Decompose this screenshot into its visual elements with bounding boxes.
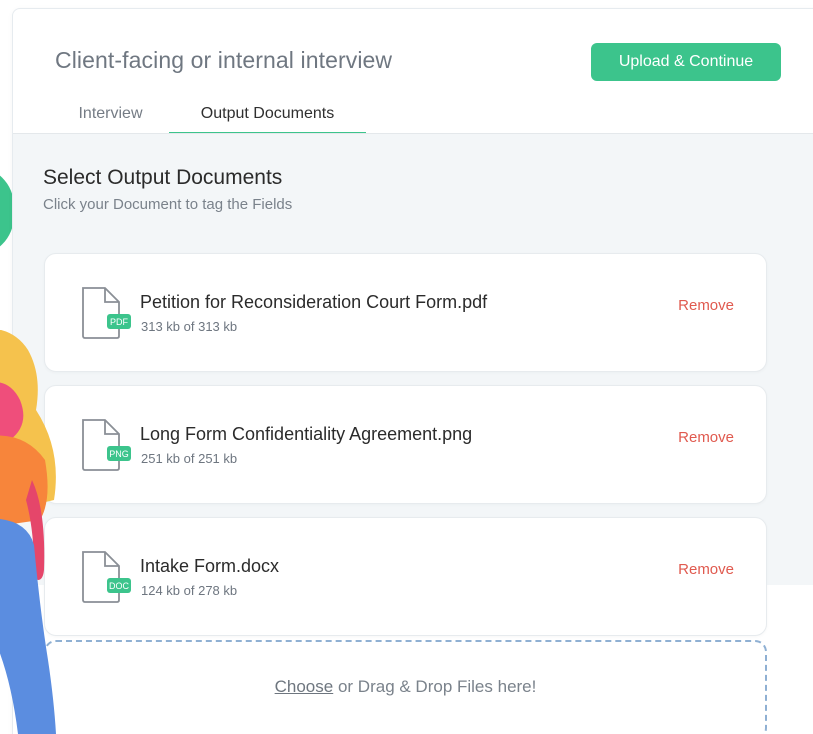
choose-file-link[interactable]: Choose [275, 677, 334, 696]
file-drop-zone[interactable]: Choose or Drag & Drop Files here! [44, 640, 767, 734]
file-name: Petition for Reconsideration Court Form.… [140, 292, 488, 312]
file-pdf-icon: PDF [82, 287, 131, 339]
file-size: 313 kb of 313 kb [141, 319, 238, 334]
remove-button[interactable]: Remove [678, 297, 734, 314]
section-title: Select Output Documents [43, 166, 283, 189]
remove-button[interactable]: Remove [678, 429, 734, 446]
tab-bar: Interview Output Documents [13, 95, 813, 135]
document-card[interactable]: DOC Intake Form.docx 124 kb of 278 kb Re… [44, 517, 767, 636]
page-title: Client-facing or internal interview [55, 47, 393, 73]
remove-button[interactable]: Remove [678, 561, 734, 578]
section-subtitle: Click your Document to tag the Fields [43, 196, 293, 213]
upload-continue-button[interactable]: Upload & Continue [591, 43, 781, 81]
tab-label: Interview [78, 105, 143, 122]
drop-zone-text: Choose or Drag & Drop Files here! [46, 677, 765, 697]
file-name: Intake Form.docx [140, 556, 280, 576]
document-card[interactable]: PDF Petition for Reconsideration Court F… [44, 253, 767, 372]
file-name: Long Form Confidentiality Agreement.png [140, 424, 473, 444]
file-png-icon: PNG [82, 419, 131, 471]
file-type-label: PDF [110, 317, 129, 327]
document-card[interactable]: PNG Long Form Confidentiality Agreement.… [44, 385, 767, 504]
drop-zone-hint: or Drag & Drop Files here! [333, 677, 537, 696]
app-stage: Client-facing or internal interview Uplo… [0, 0, 813, 734]
file-type-label: PNG [109, 449, 129, 459]
tab-label: Output Documents [200, 105, 335, 122]
file-size: 251 kb of 251 kb [141, 451, 238, 466]
tab-interview[interactable]: Interview [53, 95, 168, 133]
person-illustration [0, 330, 56, 734]
file-size: 124 kb of 278 kb [141, 583, 238, 598]
file-doc-icon: DOC [82, 551, 131, 603]
tab-output-documents[interactable]: Output Documents [169, 95, 366, 135]
file-type-label: DOC [109, 581, 130, 591]
